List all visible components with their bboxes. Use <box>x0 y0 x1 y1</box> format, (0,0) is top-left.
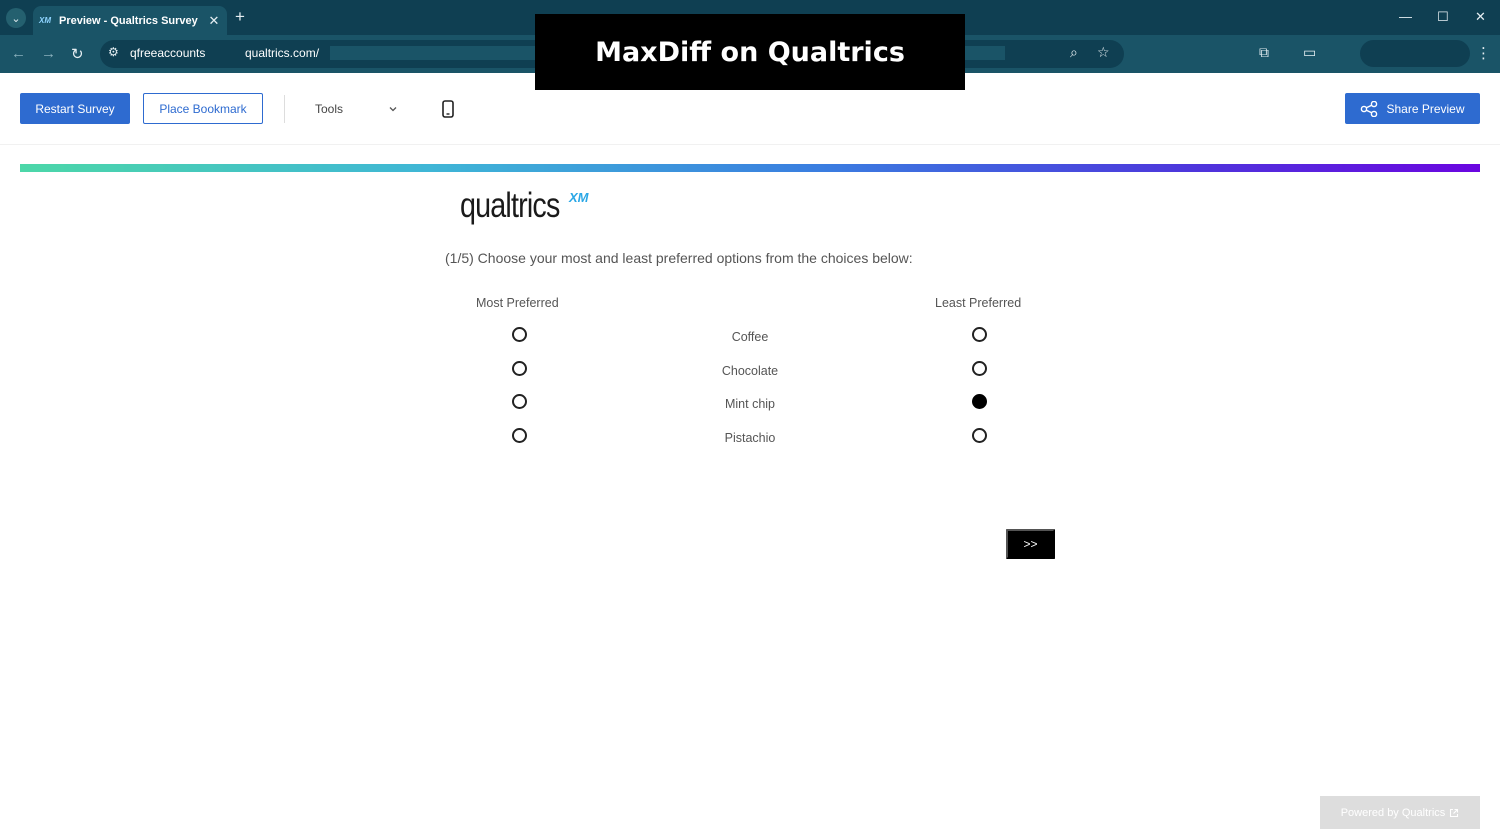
url-text-domain: qualtrics.com/ <box>245 46 320 60</box>
browser-tab-active[interactable]: XM Preview - Qualtrics Survey | Qu ✕ <box>33 6 227 35</box>
least-preferred-radio-mint-chip[interactable] <box>972 394 987 409</box>
mobile-view-icon[interactable] <box>441 100 455 118</box>
choice-label-chocolate: Chocolate <box>721 364 779 378</box>
share-icon <box>1361 100 1378 117</box>
qualtrics-logo: qualtrics <box>460 186 560 225</box>
close-window-icon[interactable]: ✕ <box>1475 9 1486 25</box>
qualtrics-logo-xm: XM <box>569 190 589 205</box>
place-bookmark-button[interactable]: Place Bookmark <box>143 93 263 124</box>
overlay-title-banner: MaxDiff on Qualtrics <box>535 14 965 90</box>
toolbar-separator <box>0 144 1500 145</box>
forward-icon[interactable]: → <box>41 45 56 62</box>
least-preferred-header: Least Preferred <box>935 296 1022 310</box>
choice-label-coffee: Coffee <box>731 330 769 344</box>
tab-close-icon[interactable]: ✕ <box>207 13 221 29</box>
minimize-icon[interactable]: — <box>1399 9 1412 24</box>
cast-icon[interactable]: ▭ <box>1303 44 1316 61</box>
next-button[interactable]: >> <box>1006 529 1055 559</box>
maximize-icon[interactable]: ☐ <box>1437 9 1449 25</box>
choice-label-pistachio: Pistachio <box>724 431 776 445</box>
xm-favicon-icon: XM <box>39 16 51 25</box>
most-preferred-radio-mint-chip[interactable] <box>512 394 527 409</box>
least-preferred-radio-chocolate[interactable] <box>972 361 987 376</box>
back-icon[interactable]: ← <box>11 45 26 62</box>
browser-menu-icon[interactable]: ⋮ <box>1476 44 1491 62</box>
powered-by-label: Powered by Qualtrics <box>1340 806 1446 819</box>
question-text: (1/5) Choose your most and least preferr… <box>445 250 913 266</box>
share-preview-label: Share Preview <box>1386 101 1465 116</box>
url-text-host: qfreeaccounts <box>130 46 206 60</box>
external-link-icon <box>1450 808 1459 817</box>
new-tab-button[interactable]: + <box>235 7 245 27</box>
powered-by-qualtrics-link[interactable]: Powered by Qualtrics <box>1320 796 1480 829</box>
site-settings-icon[interactable]: ⚙ <box>108 45 119 59</box>
restart-survey-button[interactable]: Restart Survey <box>20 93 130 124</box>
most-preferred-radio-coffee[interactable] <box>512 327 527 342</box>
tab-title: Preview - Qualtrics Survey | Qu <box>59 14 201 27</box>
chevron-down-icon: ⌄ <box>11 12 21 25</box>
share-preview-button[interactable]: Share Preview <box>1345 93 1480 124</box>
profile-button[interactable] <box>1360 40 1470 67</box>
most-preferred-radio-chocolate[interactable] <box>512 361 527 376</box>
reload-icon[interactable]: ↻ <box>71 45 84 63</box>
chevron-down-icon <box>389 106 397 111</box>
tools-label: Tools <box>315 101 344 116</box>
zoom-icon[interactable]: ⌕ <box>1070 44 1078 61</box>
choice-label-mint-chip: Mint chip <box>724 397 776 411</box>
most-preferred-radio-pistachio[interactable] <box>512 428 527 443</box>
bookmark-star-icon[interactable]: ☆ <box>1097 44 1110 61</box>
survey-progress-bar <box>20 164 1480 172</box>
least-preferred-radio-coffee[interactable] <box>972 327 987 342</box>
most-preferred-header: Most Preferred <box>476 296 559 310</box>
tools-dropdown[interactable]: Tools <box>306 94 406 123</box>
toolbar-divider <box>284 95 285 123</box>
tab-search-button[interactable]: ⌄ <box>6 8 26 28</box>
extensions-icon[interactable]: ⧉ <box>1259 44 1269 61</box>
least-preferred-radio-pistachio[interactable] <box>972 428 987 443</box>
